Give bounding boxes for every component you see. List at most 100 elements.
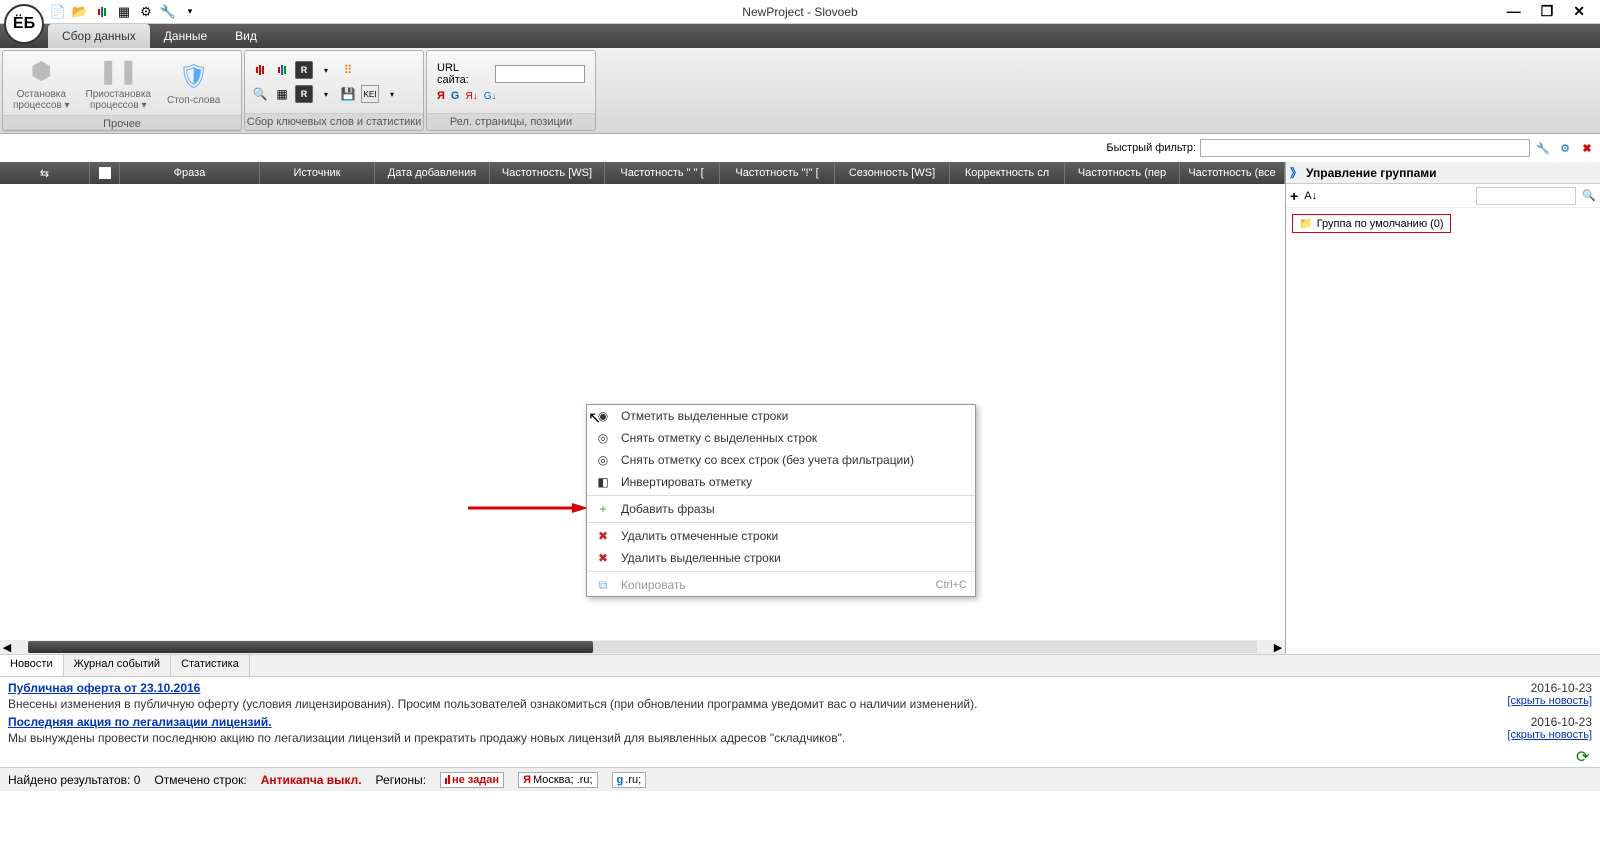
add-group-icon[interactable]: +: [1290, 188, 1298, 204]
grid-small-icon[interactable]: ▦: [273, 85, 291, 103]
grid-icon[interactable]: ▦: [116, 4, 132, 20]
refresh-icon[interactable]: ⟳: [1576, 747, 1594, 765]
new-file-icon[interactable]: 📄: [50, 4, 66, 20]
col-correct[interactable]: Корректность сл: [950, 162, 1065, 184]
tab-dannye[interactable]: Данные: [150, 24, 221, 48]
col-season[interactable]: Сезонность [WS]: [835, 162, 950, 184]
r-box-icon[interactable]: R: [295, 61, 313, 79]
yandex-small-icon[interactable]: Я↓: [465, 91, 477, 102]
region-chip-1[interactable]: не задан: [440, 772, 504, 788]
status-anticaptcha: Антикапча выкл.: [261, 773, 362, 787]
minimize-button[interactable]: —: [1507, 3, 1521, 20]
filter-apply-icon[interactable]: 🔧: [1534, 139, 1552, 157]
col-freq-ex[interactable]: Частотность "!" [: [720, 162, 835, 184]
col-fraza[interactable]: Фраза: [120, 162, 260, 184]
col-check[interactable]: [90, 162, 120, 184]
google-icon[interactable]: G: [451, 90, 460, 102]
stop-words-button[interactable]: 🛡 Стоп-слова: [163, 59, 224, 108]
close-button[interactable]: ✕: [1573, 3, 1585, 20]
google-small-icon[interactable]: G↓: [484, 91, 497, 102]
keywords-row-2: 🔍 ▦ R ▾ 💾 KEI ▾: [251, 85, 417, 103]
groups-panel-title: Управление группами: [1306, 166, 1437, 180]
scroll-thumb[interactable]: [28, 641, 593, 653]
groups-search-input[interactable]: [1476, 187, 1576, 205]
kei-icon[interactable]: KEI: [361, 85, 379, 103]
collapse-icon[interactable]: 》: [1290, 164, 1302, 181]
news-title-link[interactable]: Публичная оферта от 23.10.2016: [8, 681, 200, 695]
hide-news-link[interactable]: [скрыть новость]: [1507, 729, 1592, 745]
horizontal-scrollbar[interactable]: ◀ ▶: [0, 640, 1285, 654]
col-freq-per[interactable]: Частотность (пер: [1065, 162, 1180, 184]
col-freq-vse[interactable]: Частотность (все: [1180, 162, 1285, 184]
dropdown-icon-2[interactable]: ▾: [317, 85, 335, 103]
menu-item-label: Отметить выделенные строки: [621, 409, 788, 423]
default-group-node[interactable]: 📁 Группа по умолчанию (0): [1292, 214, 1451, 233]
btab-stats[interactable]: Статистика: [171, 655, 250, 676]
stop-processes-button[interactable]: ⬢ Остановка процессов ▾: [9, 53, 74, 113]
region-chip-2[interactable]: Я Москва; .ru;: [518, 772, 597, 788]
menu-item-icon: ✖: [595, 528, 611, 544]
groups-toolbar: + A↓ 🔍: [1286, 184, 1600, 208]
maximize-button[interactable]: ❐: [1541, 3, 1554, 20]
col-freq-ws[interactable]: Частотность [WS]: [490, 162, 605, 184]
search-icon[interactable]: 🔍: [251, 85, 269, 103]
ribbon-group-label-3: Рел. страницы, позиции: [427, 113, 595, 130]
tab-vid[interactable]: Вид: [221, 24, 271, 48]
menu-item-label: Удалить выделенные строки: [621, 551, 781, 565]
col-freq-q[interactable]: Частотность " " [: [605, 162, 720, 184]
ribbon-group-prochee: ⬢ Остановка процессов ▾ ❚❚ Приостановка …: [2, 50, 242, 131]
news-body: Мы вынуждены провести последнюю акцию по…: [8, 731, 845, 745]
menu-item-label: Снять отметку с выделенных строк: [621, 431, 817, 445]
open-icon[interactable]: 📂: [72, 4, 88, 20]
hide-news-link[interactable]: [скрыть новость]: [1507, 695, 1592, 711]
scroll-right[interactable]: ▶: [1271, 641, 1285, 654]
btab-news[interactable]: Новости: [0, 655, 64, 676]
col-data[interactable]: Дата добавления: [375, 162, 490, 184]
quick-filter-input[interactable]: [1200, 139, 1530, 157]
r-box-icon-2[interactable]: R: [295, 85, 313, 103]
news-title-link[interactable]: Последняя акция по легализации лицензий.: [8, 715, 272, 729]
scroll-left[interactable]: ◀: [0, 641, 14, 654]
filter-clear-icon[interactable]: ✖: [1578, 139, 1596, 157]
region-chip-3[interactable]: g .ru;: [612, 772, 647, 788]
context-menu-item[interactable]: +Добавить фразы: [587, 498, 975, 520]
context-menu-item[interactable]: ◎Снять отметку с выделенных строк: [587, 427, 975, 449]
pause-icon: ❚❚: [102, 55, 134, 87]
filter-settings-icon[interactable]: ⚙: [1556, 139, 1574, 157]
app-logo[interactable]: ЁБ: [4, 4, 44, 44]
bars-icon[interactable]: [94, 4, 110, 20]
qat-dropdown[interactable]: ▾: [182, 4, 198, 20]
groups-tree: 📁 Группа по умолчанию (0): [1286, 208, 1600, 239]
context-menu-item[interactable]: ✖Удалить выделенные строки: [587, 547, 975, 569]
wrench-icon[interactable]: 🔧: [160, 4, 176, 20]
btab-log[interactable]: Журнал событий: [64, 655, 171, 676]
filter-bar: Быстрый фильтр: 🔧 ⚙ ✖: [0, 134, 1600, 162]
disk-icon[interactable]: 💾: [339, 85, 357, 103]
context-menu-item[interactable]: ◧Инвертировать отметку: [587, 471, 975, 493]
col-handle[interactable]: ⇆: [0, 162, 90, 184]
news-body: Внесены изменения в публичную оферту (ус…: [8, 697, 977, 711]
context-menu-item[interactable]: ◉Отметить выделенные строки: [587, 405, 975, 427]
groups-panel: 》 Управление группами + A↓ 🔍 📁 Группа по…: [1285, 162, 1600, 654]
context-menu-item[interactable]: ✖Удалить отмеченные строки: [587, 525, 975, 547]
dots-icon[interactable]: ⠿: [339, 61, 357, 79]
bars-multi-icon[interactable]: [273, 61, 291, 79]
gear-icon[interactable]: ⚙: [138, 4, 154, 20]
bars-red-icon[interactable]: [251, 61, 269, 79]
url-label: URL сайта:: [437, 62, 491, 86]
dropdown-icon[interactable]: ▾: [317, 61, 335, 79]
context-menu-item[interactable]: ◎Снять отметку со всех строк (без учета …: [587, 449, 975, 471]
groups-search-icon[interactable]: 🔍: [1582, 189, 1596, 202]
statusbar: Найдено результатов: 0 Отмечено строк: А…: [0, 767, 1600, 791]
yandex-icon[interactable]: Я: [437, 90, 445, 102]
stop-icon: ⬢: [25, 55, 57, 87]
pause-processes-button[interactable]: ❚❚ Приостановка процессов ▾: [82, 53, 155, 113]
news-date: 2016-10-23: [1531, 715, 1592, 729]
sort-icon[interactable]: A↓: [1304, 190, 1317, 202]
ribbon-group-label-2: Сбор ключевых слов и статистики: [245, 113, 423, 130]
dropdown-icon-3[interactable]: ▾: [383, 85, 401, 103]
tab-sbor-dannykh[interactable]: Сбор данных: [48, 24, 150, 48]
url-input[interactable]: [495, 65, 585, 83]
context-menu: ◉Отметить выделенные строки◎Снять отметк…: [586, 404, 976, 597]
col-istochnik[interactable]: Источник: [260, 162, 375, 184]
